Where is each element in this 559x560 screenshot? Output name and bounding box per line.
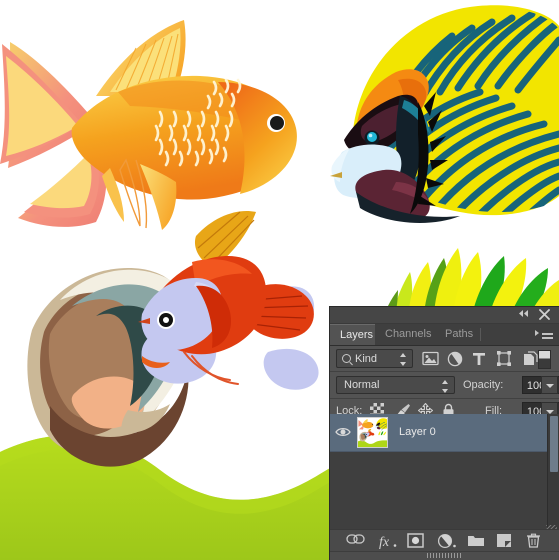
search-icon <box>342 354 351 363</box>
layers-panel: Layers Channels Paths Kind Normal Opacit… <box>329 306 559 560</box>
panel-tabbar: Layers Channels Paths <box>330 324 559 346</box>
layer-style-button[interactable]: fx <box>378 533 397 550</box>
delete-layer-button[interactable] <box>526 533 544 550</box>
pixel-layer-filter-icon[interactable] <box>422 351 439 367</box>
layer-filter-row: Kind <box>330 346 559 372</box>
svg-text:fx: fx <box>379 535 390 549</box>
layer-name: Layer 0 <box>399 426 436 438</box>
collapse-panel-button[interactable] <box>517 309 531 321</box>
blend-mode-select[interactable]: Normal <box>336 376 455 394</box>
filter-enable-toggle[interactable] <box>538 350 551 369</box>
tab-channels[interactable]: Channels <box>375 324 435 345</box>
type-layer-filter-icon[interactable] <box>472 351 489 367</box>
shape-layer-filter-icon[interactable] <box>496 351 513 367</box>
layer-list: Layer 0 <box>330 414 547 530</box>
blend-opacity-row: Normal Opacity: 100% <box>330 372 559 399</box>
filter-kind-label: Kind <box>355 353 378 365</box>
grip-dots-icon <box>426 553 463 558</box>
link-layers-button[interactable] <box>346 533 365 550</box>
layer-thumbnail[interactable] <box>357 417 388 448</box>
adjustment-layer-filter-icon[interactable] <box>447 351 464 367</box>
layer-list-scrollbar[interactable] <box>547 414 559 530</box>
layer-visibility-eye-icon[interactable] <box>335 426 351 438</box>
add-layer-mask-button[interactable] <box>407 533 425 550</box>
screenshot-root: Layers Channels Paths Kind Normal Opacit… <box>0 0 559 560</box>
blend-mode-value: Normal <box>344 379 380 391</box>
scrollbar-thumb[interactable] <box>550 416 558 472</box>
close-panel-button[interactable] <box>537 309 551 321</box>
tab-divider <box>480 328 481 341</box>
opacity-dropdown-button[interactable] <box>541 376 558 394</box>
tab-paths[interactable]: Paths <box>435 324 481 345</box>
chevron-updown-icon <box>400 353 407 366</box>
layers-bottom-toolbar: fx <box>330 529 559 552</box>
smart-object-filter-icon[interactable] <box>522 351 539 367</box>
panel-titlebar <box>330 307 559 324</box>
panel-resize-grip[interactable] <box>330 551 559 560</box>
chevron-updown-icon <box>442 380 449 393</box>
table-row[interactable]: Layer 0 <box>330 414 547 452</box>
panel-menu-button[interactable] <box>535 328 553 341</box>
opacity-label: Opacity: <box>463 379 504 391</box>
tab-layers[interactable]: Layers <box>330 324 375 345</box>
new-layer-button[interactable] <box>496 533 514 550</box>
filter-kind-select[interactable]: Kind <box>336 349 413 368</box>
new-group-button[interactable] <box>467 533 485 550</box>
new-adjustment-layer-button[interactable] <box>437 533 456 550</box>
